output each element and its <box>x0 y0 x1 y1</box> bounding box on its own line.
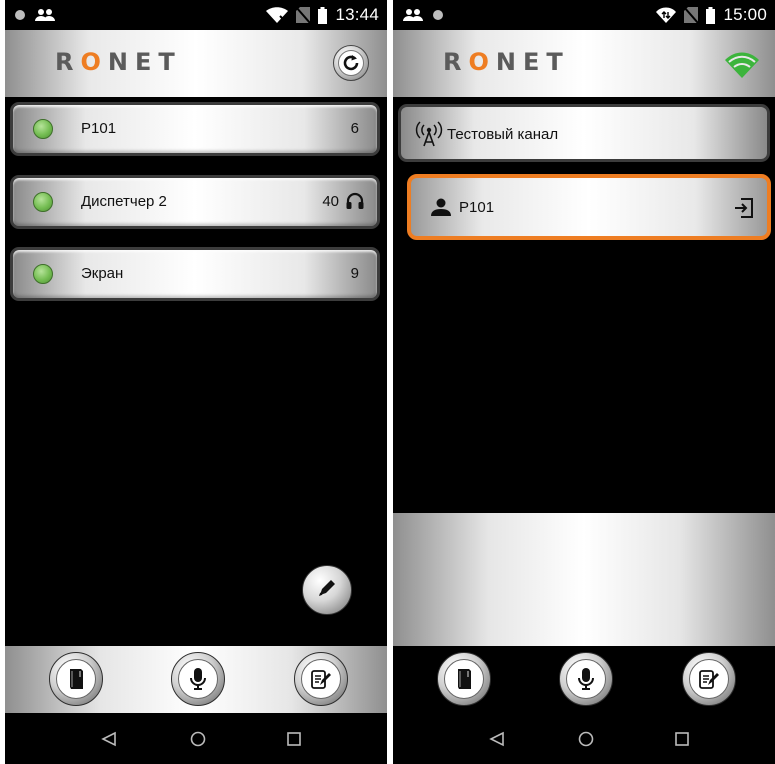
microphone-button[interactable] <box>171 652 225 706</box>
left-screen: 13:44 RONET P101 6 Диспетчер 2 40 Экран … <box>5 0 387 764</box>
status-bar: 13:44 <box>5 0 387 30</box>
refresh-icon <box>338 50 364 76</box>
microphone-button[interactable] <box>559 652 613 706</box>
wifi-arrows-icon <box>656 7 677 23</box>
wifi-signal-icon <box>725 52 759 83</box>
system-navbar <box>5 713 387 764</box>
app-header: RONET <box>5 30 387 97</box>
bottom-panel <box>393 513 775 646</box>
item-count: 6 <box>350 120 359 137</box>
notes-icon <box>689 659 729 699</box>
status-led <box>33 119 53 139</box>
channel-item[interactable]: Тестовый канал <box>398 104 770 162</box>
system-navbar <box>393 713 775 764</box>
contacts-button[interactable] <box>437 652 491 706</box>
book-icon <box>444 659 484 699</box>
login-icon[interactable] <box>733 197 755 224</box>
status-led <box>33 192 53 212</box>
person-icon <box>431 198 451 221</box>
list-item[interactable]: P101 6 <box>10 102 380 156</box>
back-icon[interactable] <box>101 731 117 752</box>
pencil-icon <box>316 577 338 604</box>
recents-icon[interactable] <box>287 732 301 751</box>
dot-icon <box>15 10 25 20</box>
status-time: 13:44 <box>335 5 379 24</box>
item-label: Экран <box>81 265 124 282</box>
bottom-toolbar <box>393 646 775 713</box>
item-label: P101 <box>81 120 117 137</box>
microphone-icon <box>566 659 606 699</box>
list-item[interactable]: Экран 9 <box>10 247 380 301</box>
channel-label: Тестовый канал <box>447 126 559 143</box>
right-screen: 15:00 RONET Тестовый канал P101 <box>393 0 775 764</box>
notes-button[interactable] <box>294 652 348 706</box>
list-item[interactable]: Диспетчер 2 40 <box>10 175 380 229</box>
edit-button[interactable] <box>302 565 352 615</box>
home-icon[interactable] <box>578 731 594 752</box>
item-count: 9 <box>350 265 359 282</box>
people-icon <box>35 8 55 22</box>
refresh-button[interactable] <box>333 45 369 81</box>
item-label: Диспетчер 2 <box>81 193 167 210</box>
contacts-button[interactable] <box>49 652 103 706</box>
notes-button[interactable] <box>682 652 736 706</box>
status-time: 15:00 <box>723 5 767 24</box>
item-count: 40 <box>322 193 339 210</box>
selected-user-item[interactable]: P101 <box>407 174 771 240</box>
no-sim-icon <box>684 7 699 23</box>
user-label: P101 <box>459 199 495 216</box>
status-bar: 15:00 <box>393 0 775 30</box>
battery-icon <box>318 6 328 24</box>
home-icon[interactable] <box>190 731 206 752</box>
no-sim-icon <box>296 7 311 23</box>
battery-icon <box>706 6 716 24</box>
status-led <box>33 264 53 284</box>
antenna-icon <box>415 121 443 152</box>
dot-icon <box>433 10 443 20</box>
people-icon <box>403 8 423 22</box>
notes-icon <box>301 659 341 699</box>
ronet-logo: RONET <box>55 48 182 76</box>
microphone-icon <box>178 659 218 699</box>
ronet-logo: RONET <box>443 48 570 76</box>
bottom-toolbar <box>5 646 387 713</box>
app-header: RONET <box>393 30 775 97</box>
back-icon[interactable] <box>489 731 505 752</box>
book-icon <box>56 659 96 699</box>
wifi-x-icon <box>266 7 289 23</box>
headset-icon <box>345 191 365 216</box>
recents-icon[interactable] <box>675 732 689 751</box>
